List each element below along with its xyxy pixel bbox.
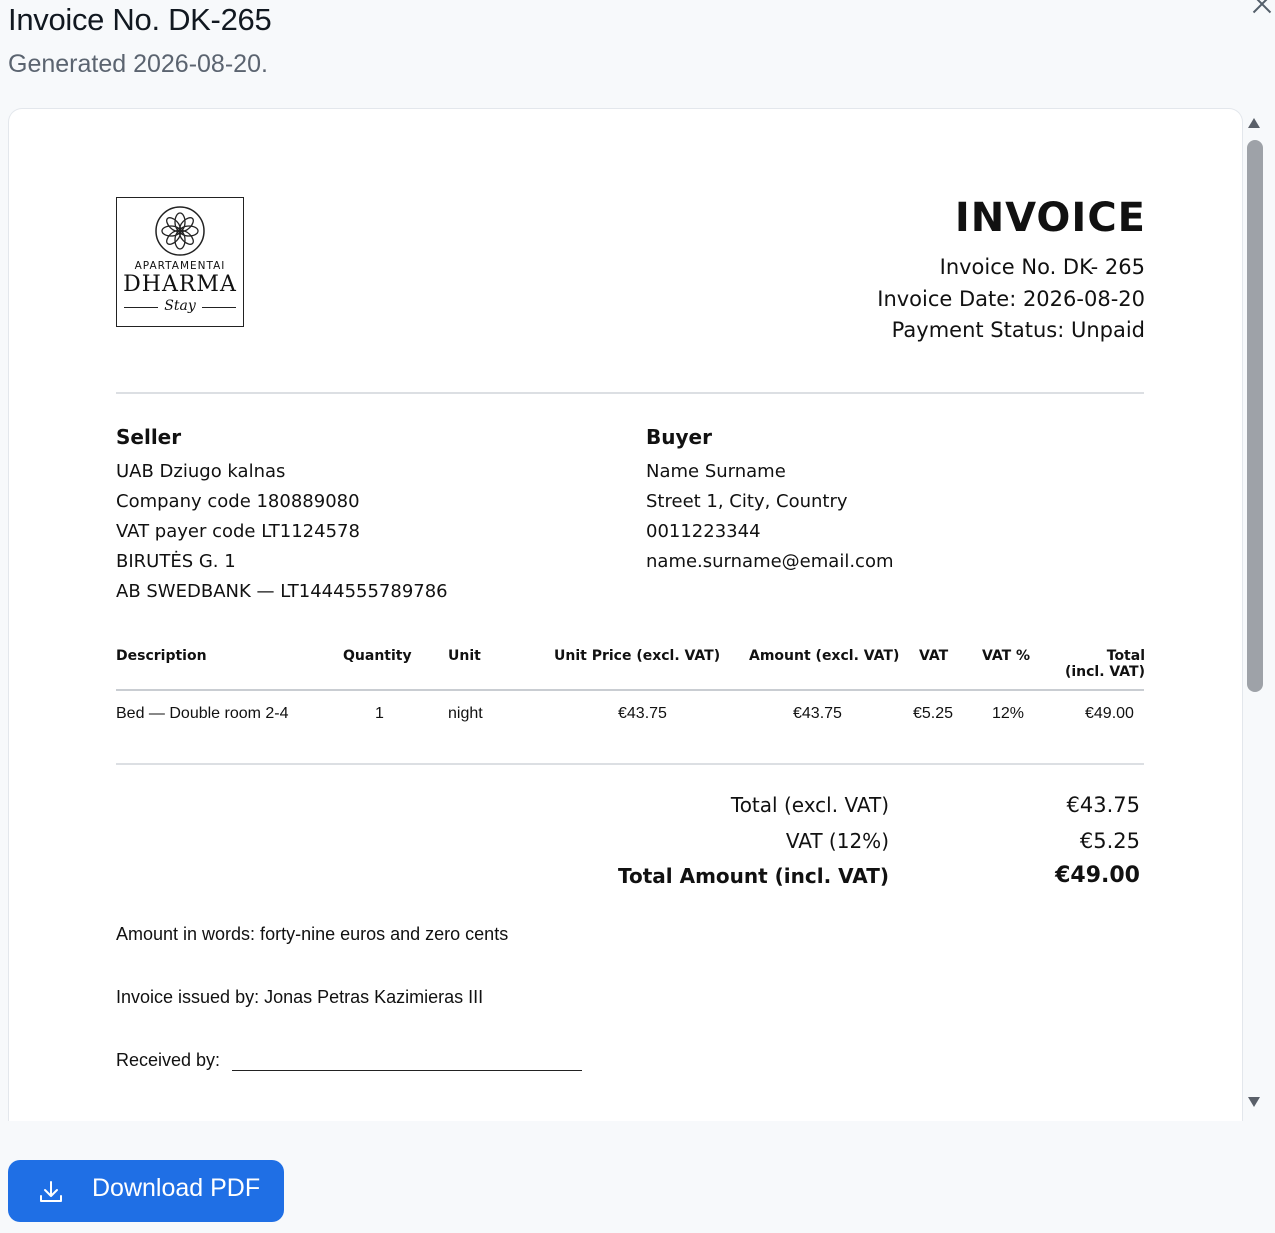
row-unit-price: €43.75	[618, 705, 667, 722]
download-pdf-button[interactable]: Download PDF	[8, 1160, 284, 1222]
buyer-address: Street 1, City, Country	[646, 491, 848, 512]
logo-top-text: APARTAMENTAI	[134, 260, 226, 272]
row-amount: €43.75	[793, 705, 842, 722]
lotus-icon	[155, 206, 205, 256]
column-header-amount: Amount (excl. VAT)	[749, 648, 900, 664]
payment-status: Payment Status: Unpaid	[891, 318, 1145, 342]
buyer-name: Name Surname	[646, 461, 786, 482]
column-header-total-sub: (incl. VAT)	[1064, 664, 1145, 680]
seller-title: Seller	[116, 425, 182, 449]
scroll-up-arrow-icon[interactable]	[1248, 118, 1260, 128]
scroll-down-arrow-icon[interactable]	[1248, 1097, 1260, 1107]
seller-address: BIRUTĖS G. 1	[116, 551, 236, 572]
divider	[116, 392, 1144, 394]
download-icon	[40, 1181, 62, 1202]
total-excl-vat-value: €43.75	[1066, 793, 1140, 817]
signature-line	[232, 1070, 582, 1071]
pdf-viewer[interactable]: APARTAMENTAI DHARMA Stay INVOICE Invoice…	[8, 108, 1243, 1121]
total-amount-value: €49.00	[1055, 863, 1140, 888]
close-icon[interactable]	[1247, 0, 1275, 20]
invoice-date: Invoice Date: 2026-08-20	[877, 287, 1145, 311]
logo-script: Stay	[164, 298, 196, 314]
vat-value: €5.25	[1079, 829, 1140, 853]
buyer-email: name.surname@email.com	[646, 551, 894, 572]
row-total: €49.00	[1085, 705, 1134, 722]
scrollbar-thumb[interactable]	[1247, 140, 1263, 692]
row-quantity: 1	[375, 705, 384, 722]
buyer-phone: 0011223344	[646, 521, 761, 542]
column-header-vat-percent: VAT %	[982, 648, 1031, 664]
column-header-quantity: Quantity	[343, 648, 412, 664]
total-excl-vat-label: Total (excl. VAT)	[730, 793, 889, 817]
seller-vat-code: VAT payer code LT1124578	[116, 521, 360, 542]
row-vat: €5.25	[913, 705, 954, 722]
received-by-label: Received by:	[116, 1050, 221, 1070]
company-logo: APARTAMENTAI DHARMA Stay	[116, 197, 244, 327]
column-header-description: Description	[116, 648, 207, 664]
buyer-title: Buyer	[646, 425, 712, 449]
column-header-unit: Unit	[448, 648, 481, 664]
download-pdf-label: Download PDF	[92, 1174, 261, 1202]
table-header-divider	[116, 689, 1144, 691]
modal-title: Invoice No. DK-265	[8, 2, 272, 37]
seller-bank: AB SWEDBANK — LT1444555789786	[116, 581, 448, 602]
vat-label: VAT (12%)	[785, 829, 889, 853]
column-header-vat: VAT	[919, 648, 949, 664]
modal-subtitle: Generated 2026-08-20.	[8, 50, 268, 78]
issued-by: Invoice issued by: Jonas Petras Kazimier…	[116, 987, 484, 1007]
column-header-unit-price: Unit Price (excl. VAT)	[554, 648, 721, 664]
seller-name: UAB Dziugo kalnas	[116, 461, 286, 482]
amount-in-words: Amount in words: forty-nine euros and ze…	[116, 924, 509, 944]
logo-divider	[202, 307, 236, 308]
total-amount-label: Total Amount (incl. VAT)	[618, 864, 889, 888]
divider	[116, 763, 1144, 765]
invoice-number: Invoice No. DK- 265	[939, 255, 1145, 279]
row-vat-percent: 12%	[992, 705, 1025, 722]
invoice-heading: INVOICE	[954, 195, 1146, 241]
row-unit: night	[448, 705, 483, 722]
invoice-document: APARTAMENTAI DHARMA Stay INVOICE Invoice…	[9, 109, 1242, 1121]
row-description: Bed — Double room 2-4	[116, 705, 289, 722]
seller-company-code: Company code 180889080	[116, 491, 360, 512]
logo-name: DHARMA	[123, 272, 237, 297]
column-header-total: Total	[1106, 648, 1145, 664]
